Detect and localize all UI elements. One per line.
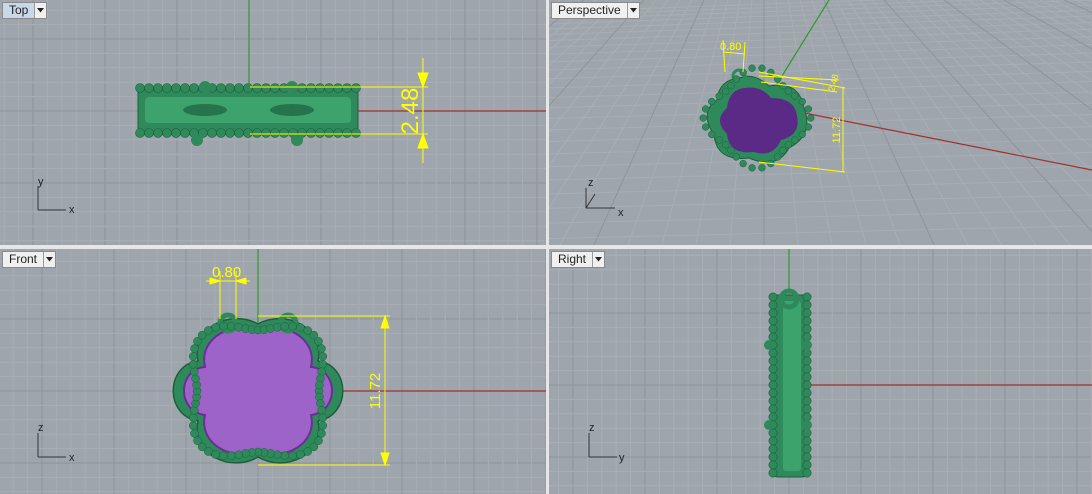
top-canvas: 2.48 y x (0, 0, 546, 245)
pendant-front-model (172, 312, 344, 464)
viewport-front[interactable]: 0.80 11.72 z x Front (0, 249, 546, 494)
dimension-width-label: 2.48 (397, 88, 424, 135)
axis-icon: z x (585, 177, 624, 219)
pendant-top-model (135, 81, 361, 146)
front-canvas: 0.80 11.72 z x (0, 249, 546, 494)
dropdown-arrow-icon[interactable] (34, 3, 46, 18)
svg-text:x: x (69, 204, 75, 216)
svg-text:z: z (589, 422, 595, 434)
svg-text:y: y (619, 452, 625, 464)
dropdown-arrow-icon[interactable] (626, 3, 639, 18)
svg-text:x: x (69, 452, 75, 464)
axis-icon: y x (37, 176, 75, 216)
dimension-width-label: 0.80 (720, 41, 741, 53)
grid (549, 249, 1092, 494)
svg-text:z: z (38, 422, 44, 434)
viewport-title: Perspective (558, 3, 621, 17)
dimension-height-label: 11.72 (831, 117, 843, 144)
svg-text:y: y (38, 176, 44, 188)
viewport-title: Front (9, 252, 38, 266)
viewport-menu-front[interactable]: Front (2, 251, 57, 268)
viewport-perspective[interactable]: 0.80 11.72 2.48 z x Perspective (549, 0, 1092, 245)
dimension-depth-label: 2.48 (826, 73, 840, 93)
perspective-grid (549, 0, 1092, 245)
dimension-height-label: 11.72 (367, 373, 384, 409)
viewport-top[interactable]: 2.48 y x Top (0, 0, 546, 245)
dimension-width-label: 0.80 (212, 264, 241, 281)
pendant-side-model (764, 288, 812, 478)
perspective-canvas: 0.80 11.72 2.48 z x (549, 0, 1092, 245)
viewport-menu-top[interactable]: Top (2, 2, 48, 19)
dropdown-arrow-icon[interactable] (592, 252, 604, 267)
dropdown-arrow-icon[interactable] (43, 252, 55, 267)
viewport-menu-right[interactable]: Right (551, 251, 606, 268)
viewport-title: Top (3, 3, 35, 18)
viewport-menu-perspective[interactable]: Perspective (551, 2, 640, 19)
svg-text:x: x (618, 207, 624, 219)
right-canvas: z y (549, 249, 1092, 494)
viewport-title: Right (558, 252, 587, 266)
viewport-right[interactable]: z y Right (549, 249, 1092, 494)
svg-text:z: z (588, 177, 594, 189)
